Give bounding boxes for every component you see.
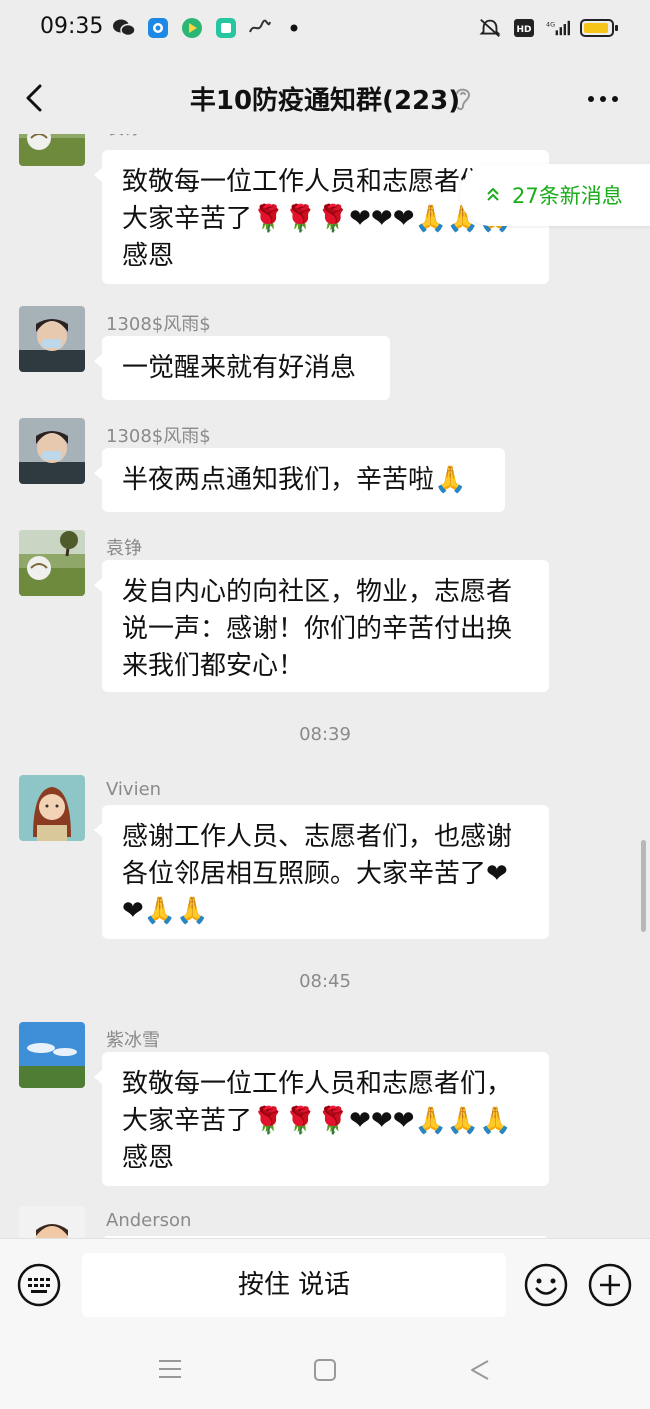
more-button[interactable] — [586, 84, 620, 114]
wechat-icon — [112, 16, 136, 40]
avatar[interactable] — [19, 530, 85, 596]
emoji-icon — [524, 1263, 568, 1307]
avatar[interactable] — [19, 1206, 85, 1238]
home-icon — [314, 1359, 336, 1381]
svg-text:HD: HD — [516, 25, 531, 35]
sender-name: 1308$风雨$ — [106, 426, 211, 447]
emoji-button[interactable] — [524, 1263, 568, 1307]
chat-title: 丰10防疫通知群(223) — [189, 86, 461, 116]
ear-icon — [452, 84, 474, 116]
battery-icon — [580, 19, 618, 37]
chat-header: 丰10防疫通知群(223) — [0, 60, 650, 134]
avatar[interactable] — [19, 1022, 85, 1088]
sender-name: 紫冰雪 — [106, 1030, 160, 1051]
hd-icon: HD — [512, 16, 536, 40]
home-button[interactable] — [313, 1358, 337, 1386]
sender-name: 1308$风雨$ — [106, 314, 211, 335]
sender-name: Vivien — [106, 779, 162, 800]
message-bubble[interactable]: 发自内心的向社区，物业，志愿者说一声：感谢！你们的辛苦付出换来我们都安心！ — [94, 560, 549, 692]
calligraphy-app-icon — [248, 16, 272, 40]
system-nav-bar — [0, 1332, 650, 1409]
hold-to-talk-button[interactable]: 按住 说话 — [82, 1253, 506, 1317]
message-list[interactable]: 袁铮 致敬每一位工作人员和志愿者们，大家辛苦了🌹🌹🌹❤❤❤🙏🙏🙏 感恩 1308… — [0, 134, 650, 1238]
avatar[interactable] — [19, 775, 85, 841]
timestamp: 08:39 — [299, 724, 351, 745]
system-status: HD 4G — [478, 16, 618, 40]
app-icon — [214, 16, 238, 40]
mute-icon — [478, 16, 502, 40]
message-bubble[interactable]: 感谢工作人员、志愿者们，也感谢各位邻居相互照顾。大家辛苦了❤❤🙏🙏 — [94, 805, 549, 939]
more-icon — [588, 96, 618, 102]
new-messages-label: 27条新消息 — [512, 184, 623, 208]
svg-text:4G: 4G — [546, 20, 555, 28]
new-messages-button[interactable]: 27条新消息 — [460, 164, 650, 226]
status-bar: 09:35 HD 4G — [0, 0, 650, 58]
dot-icon — [282, 16, 306, 40]
recent-apps-button[interactable] — [158, 1358, 182, 1384]
keyboard-icon — [17, 1263, 61, 1307]
more-functions-button[interactable] — [588, 1263, 632, 1307]
timestamp: 08:45 — [299, 971, 351, 992]
keyboard-button[interactable] — [17, 1263, 61, 1307]
message-bubble[interactable]: 致敬每一位工作人员和志愿者们，大家辛苦了🌹🌹🌹❤❤❤🙏🙏🙏 感恩 — [94, 1052, 549, 1186]
status-time: 09:35 — [40, 14, 104, 39]
message-bubble[interactable]: 半夜两点通知我们，辛苦啦🙏 — [94, 448, 505, 512]
message-bubble[interactable]: 一觉醒来就有好消息 — [94, 336, 390, 400]
scrollbar[interactable] — [641, 840, 646, 932]
input-bar: 按住 说话 — [0, 1238, 650, 1333]
nav-back-button[interactable] — [468, 1358, 492, 1386]
browser-app-icon — [146, 16, 170, 40]
menu-icon — [159, 1360, 181, 1378]
avatar[interactable] — [19, 134, 85, 166]
video-app-icon — [180, 16, 204, 40]
avatar[interactable] — [19, 418, 85, 484]
plus-icon — [588, 1263, 632, 1307]
signal-icon: 4G — [546, 16, 570, 40]
avatar[interactable] — [19, 306, 85, 372]
sender-name: Anderson — [106, 1210, 192, 1231]
double-chevron-up-icon — [486, 183, 500, 207]
triangle-back-icon — [471, 1360, 489, 1380]
notification-icons — [112, 16, 306, 40]
sender-name: 袁铮 — [106, 538, 142, 559]
sender-name: 袁铮 — [106, 134, 142, 140]
